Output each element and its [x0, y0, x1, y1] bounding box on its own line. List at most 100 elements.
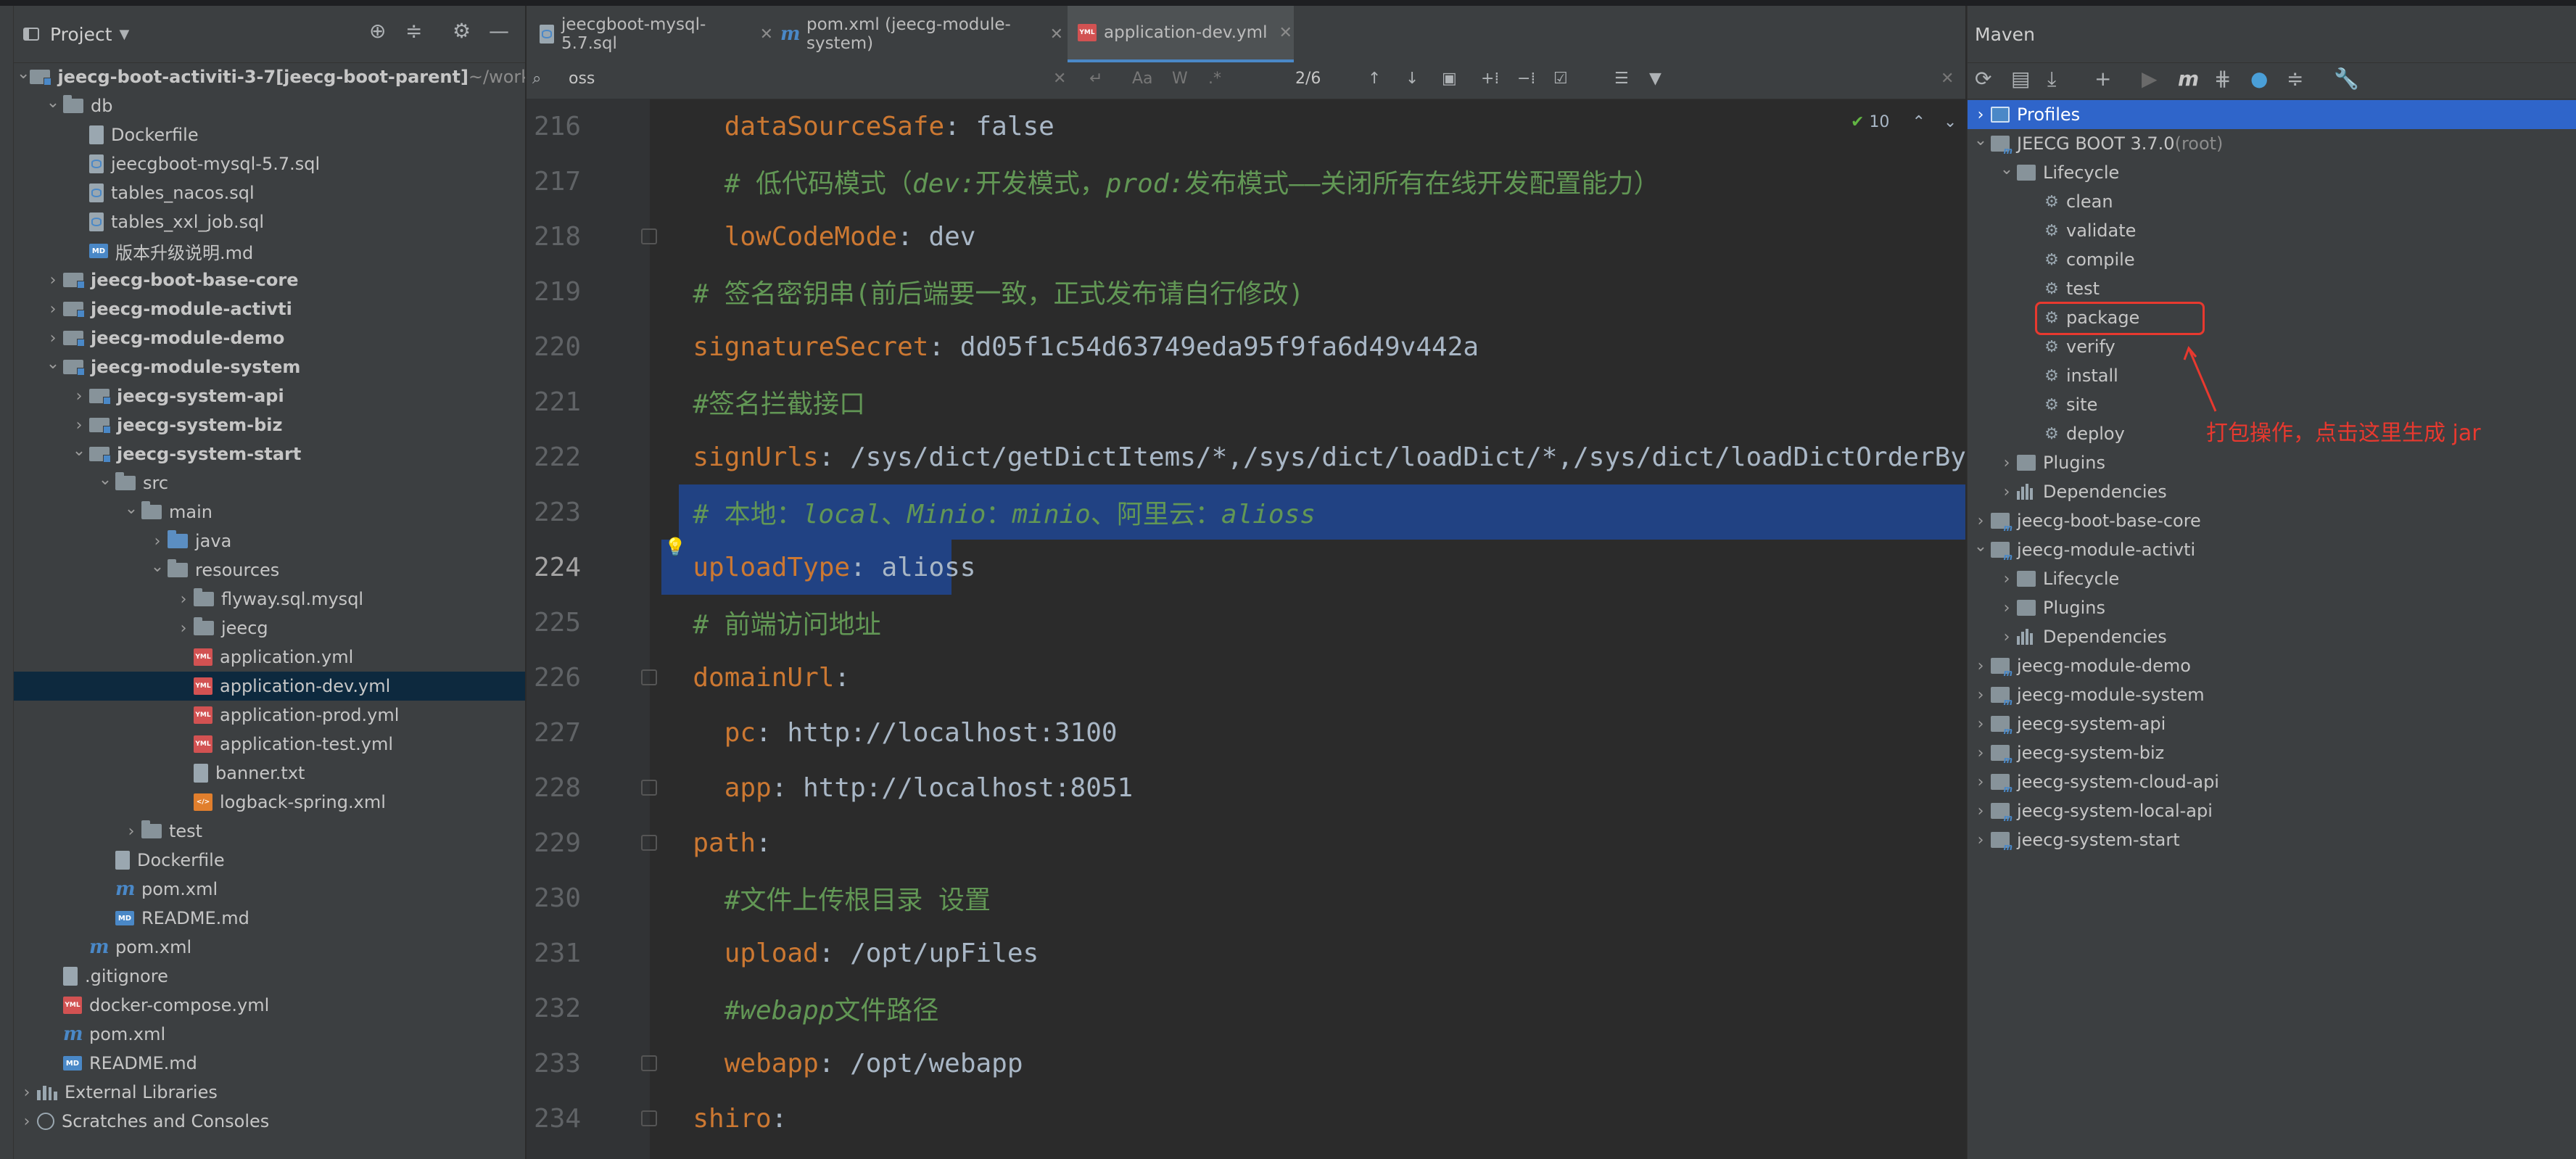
tree-item[interactable]: ⚙ compile — [1968, 245, 2576, 274]
chevron-down-icon[interactable]: ⌄ — [43, 355, 63, 373]
chevron-down-icon[interactable]: ⌄ — [147, 558, 168, 576]
fold-marker-icon[interactable] — [641, 1110, 657, 1126]
chevron-right-icon[interactable]: › — [69, 416, 89, 434]
close-icon[interactable]: ✕ — [1279, 24, 1292, 42]
fold-marker-icon[interactable] — [641, 1055, 657, 1071]
code-line[interactable]: 225 # 前端访问地址 — [527, 595, 1965, 650]
tree-item[interactable]: Dockerfile — [14, 846, 525, 875]
fold-marker-icon[interactable] — [641, 835, 657, 851]
chevron-down-icon[interactable]: ⌄ — [1970, 537, 1991, 556]
tree-item[interactable]: › Dependencies — [1968, 622, 2576, 651]
code-line[interactable]: 226 domainUrl: — [527, 650, 1965, 705]
tree-item[interactable]: YML application-test.yml — [14, 730, 525, 759]
tree-item[interactable]: YML application.yml — [14, 643, 525, 672]
tree-item[interactable]: › jeecg-boot-base-core — [1968, 506, 2576, 535]
match-case-icon[interactable]: Aa — [1132, 70, 1153, 88]
tab-pom-xml[interactable]: m pom.xml (jeecg-module-system) ✕ — [780, 6, 1063, 62]
code-line[interactable]: 229 path: — [527, 815, 1965, 870]
toggle-offline-icon[interactable]: ⋕ — [2214, 67, 2231, 91]
tree-item[interactable]: › Profiles — [1968, 100, 2576, 129]
tree-item[interactable]: ⌄ jeecg-module-activti — [1968, 535, 2576, 564]
code-line[interactable]: 231 upload: /opt/upFiles — [527, 925, 1965, 981]
close-icon[interactable]: ✕ — [1050, 25, 1063, 44]
tree-item[interactable]: ⌄ main — [14, 498, 525, 527]
chevron-right-icon[interactable]: › — [43, 300, 63, 318]
code-line[interactable]: 223 # 本地：local、Minio：minio、阿里云：alioss — [527, 484, 1965, 540]
tree-item[interactable]: banner.txt — [14, 759, 525, 788]
tree-item[interactable]: Dockerfile — [14, 120, 525, 149]
code-line[interactable]: 217 # 低代码模式（dev:开发模式，prod:发布模式——关闭所有在线开发… — [527, 154, 1965, 209]
chevron-right-icon[interactable]: › — [1997, 570, 2017, 588]
tree-item[interactable]: tables_nacos.sql — [14, 178, 525, 207]
chevron-right-icon[interactable]: › — [1970, 715, 1991, 733]
tree-item[interactable]: › jeecg-system-cloud-api — [1968, 767, 2576, 796]
execute-goal-icon[interactable]: m — [2178, 67, 2199, 91]
run-icon[interactable]: ▶ — [2142, 67, 2158, 91]
tree-item[interactable]: YML application-prod.yml — [14, 701, 525, 730]
chevron-down-icon[interactable]: ⌄ — [1997, 160, 2017, 178]
tree-item[interactable]: m pom.xml — [14, 933, 525, 962]
chevron-right-icon[interactable]: › — [17, 1113, 37, 1131]
fold-marker-icon[interactable] — [641, 780, 657, 796]
code-line[interactable]: 216 dataSourceSafe: false — [527, 99, 1965, 154]
code-line[interactable]: 227 pc: http://localhost:3100 — [527, 705, 1965, 760]
hide-icon[interactable]: — — [489, 19, 509, 43]
add-occurrence-icon[interactable]: +⁞ — [1481, 70, 1499, 88]
tree-item[interactable]: › jeecg-module-activti — [14, 294, 525, 323]
chevron-right-icon[interactable]: › — [1970, 106, 1991, 124]
tree-item[interactable]: jeecgboot-mysql-5.7.sql — [14, 149, 525, 178]
reload-icon[interactable]: ⟳ — [1975, 67, 1991, 91]
tree-item[interactable]: ⌄ db — [14, 91, 525, 120]
gear-icon[interactable]: ⚙ — [453, 19, 471, 43]
tree-item[interactable]: ⚙ install — [1968, 361, 2576, 390]
select-all-occurrences-icon[interactable]: ☑ — [1553, 70, 1568, 88]
code-line[interactable]: 218 lowCodeMode: dev — [527, 209, 1965, 264]
next-match-icon[interactable]: ↓ — [1405, 70, 1419, 88]
code-view[interactable]: 216 dataSourceSafe: false 217 # 低代码模式（dev… — [527, 99, 1965, 1159]
regex-icon[interactable]: .* — [1208, 70, 1221, 88]
chevron-right-icon[interactable]: › — [1970, 744, 1991, 762]
chevron-right-icon[interactable]: › — [173, 619, 194, 638]
locate-icon[interactable]: ⊕ — [369, 19, 386, 43]
chevron-right-icon[interactable]: › — [1997, 483, 2017, 501]
download-icon[interactable]: ⤓ — [2047, 67, 2056, 91]
previous-highlight-icon[interactable]: ⌃ — [1912, 113, 1925, 131]
tree-item[interactable]: › External Libraries — [14, 1078, 525, 1107]
tree-item[interactable]: › test — [14, 817, 525, 846]
previous-match-icon[interactable]: ↑ — [1368, 70, 1381, 88]
tree-item[interactable]: YML docker-compose.yml — [14, 991, 525, 1020]
code-line[interactable]: 233 webapp: /opt/webapp — [527, 1036, 1965, 1091]
chevron-down-icon[interactable]: ⌄ — [1970, 131, 1991, 149]
inspection-widget[interactable]: ✔ 10 ⌃ ⌄ — [1851, 113, 1957, 131]
collapse-all-icon[interactable]: ≑ — [405, 19, 422, 43]
chevron-right-icon[interactable]: › — [17, 1084, 37, 1102]
tree-item[interactable]: › Plugins — [1968, 448, 2576, 477]
code-line[interactable]: 220 signatureSecret: dd05f1c54d63749eda9… — [527, 319, 1965, 374]
code-line[interactable]: 224 uploadType: alioss 💡 — [527, 537, 1965, 595]
chevron-down-icon[interactable]: ⌄ — [69, 442, 89, 460]
tree-item[interactable]: › jeecg-system-local-api — [1968, 796, 2576, 825]
tree-item[interactable]: ⌄ resources — [14, 556, 525, 585]
chevron-right-icon[interactable]: › — [1970, 512, 1991, 530]
tree-item[interactable]: </> logback-spring.xml — [14, 788, 525, 817]
tree-item[interactable]: › jeecg-system-biz — [1968, 738, 2576, 767]
tree-item[interactable]: ⌄ Lifecycle — [1968, 158, 2576, 187]
tab-jeecgboot-mysql[interactable]: jeecgboot-mysql-5.7.sql ✕ — [540, 6, 773, 62]
tree-item[interactable]: ⌄ JEECG BOOT 3.7.0 (root) — [1968, 129, 2576, 158]
collapse-icon[interactable]: ≑ — [2287, 67, 2303, 91]
remove-occurrence-icon[interactable]: −⁞ — [1517, 70, 1535, 88]
tree-item[interactable]: › jeecg-boot-base-core — [14, 265, 525, 294]
tree-item[interactable]: ⌄ jeecg-module-system — [14, 352, 525, 381]
fold-marker-icon[interactable] — [641, 669, 657, 685]
tree-item[interactable]: m pom.xml — [14, 1020, 525, 1049]
chevron-right-icon[interactable]: › — [1997, 599, 2017, 617]
tree-item[interactable]: › flyway.sql.mysql — [14, 585, 525, 614]
tree-item[interactable]: YML application-dev.yml — [14, 672, 525, 701]
tree-item[interactable]: › jeecg-module-demo — [14, 323, 525, 352]
tree-item[interactable]: › jeecg-system-start — [1968, 825, 2576, 854]
tab-application-dev-yml[interactable]: YML application-dev.yml ✕ — [1068, 6, 1294, 62]
tree-item[interactable]: › Scratches and Consoles — [14, 1107, 525, 1136]
chevron-down-icon[interactable]: ⌄ — [43, 94, 63, 112]
tree-item[interactable]: › jeecg-system-biz — [14, 411, 525, 440]
tree-item[interactable]: › jeecg — [14, 614, 525, 643]
